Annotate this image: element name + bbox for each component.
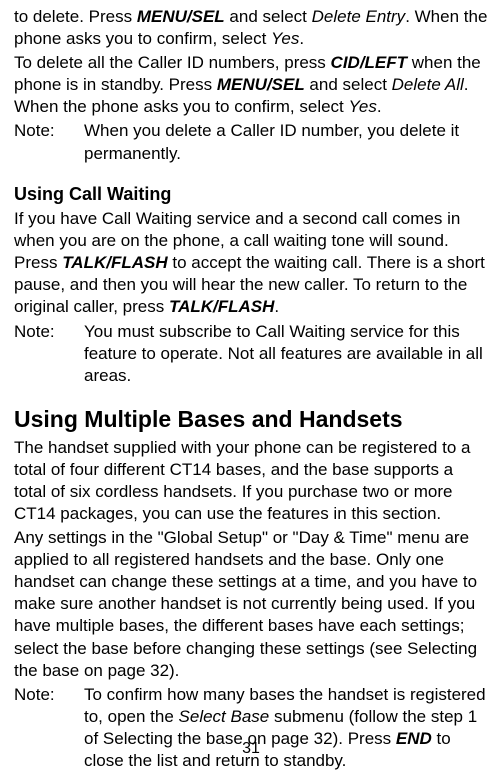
paragraph-delete-all: To delete all the Caller ID numbers, pre… — [14, 52, 488, 118]
text: to delete. Press — [14, 7, 137, 26]
key-talk-flash: TALK/FLASH — [62, 253, 167, 272]
paragraph-call-waiting: If you have Call Waiting service and a s… — [14, 208, 488, 318]
heading-multiple-bases: Using Multiple Bases and Handsets — [14, 405, 488, 435]
note-delete-permanent: Note: When you delete a Caller ID number… — [14, 120, 488, 164]
page-number: 31 — [0, 739, 502, 760]
menu-select-base: Select Base — [179, 707, 270, 726]
option-yes: Yes — [349, 97, 377, 116]
note-label: Note: — [14, 120, 84, 164]
heading-call-waiting: Using Call Waiting — [14, 183, 488, 206]
text: . — [274, 297, 279, 316]
key-cid-left: CID/LEFT — [331, 53, 408, 72]
key-menu-sel: MENU/SEL — [217, 75, 305, 94]
text: . — [377, 97, 382, 116]
paragraph-global-setup: Any settings in the "Global Setup" or "D… — [14, 527, 488, 682]
text: . — [299, 29, 304, 48]
note-call-waiting: Note: You must subscribe to Call Waiting… — [14, 321, 488, 387]
menu-delete-entry: Delete Entry — [312, 7, 406, 26]
note-text: You must subscribe to Call Waiting servi… — [84, 321, 488, 387]
paragraph-delete-entry: to delete. Press MENU/SEL and select Del… — [14, 6, 488, 50]
key-talk-flash: TALK/FLASH — [169, 297, 274, 316]
text: and select — [225, 7, 312, 26]
text: and select — [305, 75, 392, 94]
note-text: When you delete a Caller ID number, you … — [84, 120, 488, 164]
text: To delete all the Caller ID numbers, pre… — [14, 53, 331, 72]
menu-delete-all: Delete All — [392, 75, 464, 94]
paragraph-multiple-bases-intro: The handset supplied with your phone can… — [14, 437, 488, 525]
key-menu-sel: MENU/SEL — [137, 7, 225, 26]
option-yes: Yes — [271, 29, 299, 48]
page-content: to delete. Press MENU/SEL and select Del… — [14, 6, 488, 772]
note-label: Note: — [14, 321, 84, 387]
